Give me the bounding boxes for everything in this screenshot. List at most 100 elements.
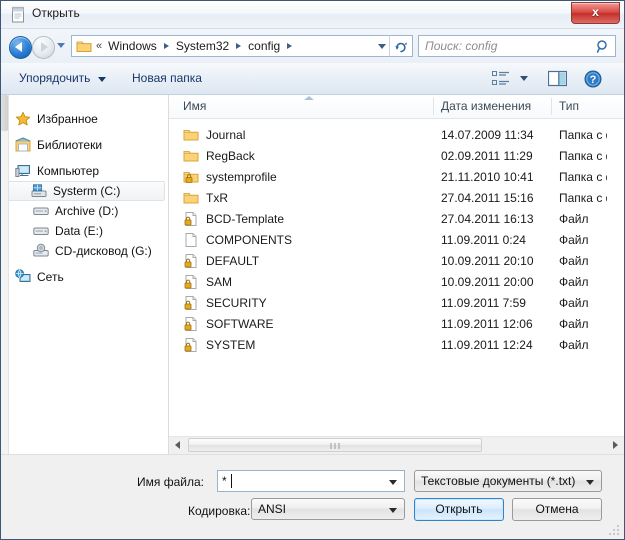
breadcrumb-item-config[interactable]: config xyxy=(246,38,282,54)
chevron-down-icon[interactable] xyxy=(520,76,528,81)
table-row[interactable]: BCD-Template 27.04.2011 16:13 Файл xyxy=(169,208,624,229)
breadcrumb-item-windows[interactable]: Windows xyxy=(106,38,159,54)
column-header-type[interactable]: Тип xyxy=(559,99,579,113)
sidebar-item-data-e[interactable]: Data (E:) xyxy=(11,221,163,241)
forward-arrow-icon[interactable] xyxy=(32,36,55,59)
breadcrumb-item-system32[interactable]: System32 xyxy=(174,38,231,54)
chevron-down-icon[interactable] xyxy=(389,480,397,485)
table-row[interactable]: DEFAULT 10.09.2011 20:10 Файл xyxy=(169,250,624,271)
file-date-cell: 11.09.2011 12:24 xyxy=(441,337,533,352)
refresh-icon[interactable] xyxy=(389,35,413,57)
chevron-down-icon[interactable] xyxy=(586,480,594,485)
table-row[interactable]: Journal 14.07.2009 11:34 Папка с ф xyxy=(169,124,624,145)
file-name-cell: SOFTWARE xyxy=(183,316,274,332)
close-icon: x xyxy=(592,5,599,19)
sidebar-scrollbar-thumb[interactable] xyxy=(1,95,8,131)
view-list-icon[interactable] xyxy=(492,71,510,91)
file-name-label: SAM xyxy=(206,274,233,289)
scroll-right-icon[interactable] xyxy=(607,437,623,453)
sidebar-item-библиотеки[interactable]: Библиотеки xyxy=(11,135,163,155)
new-folder-button[interactable]: Новая папка xyxy=(128,70,206,86)
file-rows: Journal 14.07.2009 11:34 Папка с ф RegBack 0… xyxy=(169,119,624,436)
close-button[interactable]: x xyxy=(571,2,620,24)
sidebar-item-избранное[interactable]: Избранное xyxy=(11,109,163,129)
file-name-cell: DEFAULT xyxy=(183,253,259,269)
breadcrumb-overflow[interactable]: « xyxy=(96,40,102,52)
cancel-button[interactable]: Отмена xyxy=(512,498,602,521)
sidebar-scrollbar[interactable] xyxy=(1,95,9,454)
file-name-label: DEFAULT xyxy=(206,253,260,268)
sidebar-list: Избранное Библиотеки Компьютер Systerm (C:)… xyxy=(1,109,168,287)
table-row[interactable]: SYSTEM 11.09.2011 12:24 Файл xyxy=(169,334,624,355)
file-date-cell: 11.09.2011 7:59 xyxy=(441,295,526,310)
scroll-left-icon[interactable] xyxy=(170,437,186,453)
breadcrumb-separator-icon[interactable] xyxy=(163,43,169,49)
sidebar-item-компьютер[interactable]: Компьютер xyxy=(11,161,163,181)
table-row[interactable]: systemprofile 21.11.2010 10:41 Папка с ф xyxy=(169,166,624,187)
recent-pages-caret-icon[interactable] xyxy=(57,43,65,48)
file-name-label: Journal xyxy=(206,127,246,142)
encoding-select[interactable]: ANSI xyxy=(251,498,405,520)
search-icon xyxy=(596,39,610,59)
drive-icon xyxy=(33,223,49,239)
breadcrumb-separator-icon[interactable] xyxy=(287,43,293,49)
search-input[interactable]: Поиск: config xyxy=(418,35,616,57)
dialog-footer xyxy=(1,454,624,539)
address-dropdown-icon[interactable] xyxy=(378,44,386,49)
horizontal-scrollbar-thumb[interactable] xyxy=(188,438,482,452)
file-name-cell: TxR xyxy=(183,190,228,206)
preview-pane-icon[interactable] xyxy=(547,70,568,92)
column-divider[interactable] xyxy=(433,98,434,115)
file-type-cell: Файл xyxy=(559,211,589,226)
sidebar-item-label: Библиотеки xyxy=(37,138,103,152)
help-icon[interactable]: ? xyxy=(584,70,602,93)
breadcrumb[interactable]: « Windows System32 config xyxy=(71,35,389,57)
column-header-name[interactable]: Имя xyxy=(183,99,206,113)
table-row[interactable]: TxR 27.04.2011 15:16 Папка с ф xyxy=(169,187,624,208)
table-row[interactable]: SOFTWARE 11.09.2011 12:06 Файл xyxy=(169,313,624,334)
sidebar-item-cd-дисковод-g[interactable]: CD-дисковод (G:) xyxy=(11,241,163,261)
file-date-cell: 11.09.2011 12:06 xyxy=(441,316,533,331)
table-row[interactable]: SAM 10.09.2011 20:00 Файл xyxy=(169,271,624,292)
sidebar-item-label: Избранное xyxy=(37,112,98,126)
search-placeholder: Поиск: config xyxy=(425,39,498,53)
file-name-cell: SAM xyxy=(183,274,232,290)
filetype-select[interactable]: Текстовые документы (*.txt) xyxy=(414,470,602,492)
drive-icon xyxy=(33,203,49,219)
chevron-down-icon[interactable] xyxy=(389,508,397,513)
open-file-dialog: Открыть x « Windows System32 config Поис… xyxy=(0,0,625,540)
sidebar-item-systerm-c[interactable]: Systerm (C:) xyxy=(8,181,165,201)
file-name-label: SYSTEM xyxy=(206,337,256,352)
cd-drive-icon xyxy=(33,243,49,259)
file-name-label: TxR xyxy=(206,190,228,205)
resize-grip-icon[interactable] xyxy=(609,525,621,537)
table-row[interactable]: COMPONENTS 11.09.2011 0:24 Файл xyxy=(169,229,624,250)
file-date-cell: 10.09.2011 20:10 xyxy=(441,253,534,268)
sidebar-item-label: Data (E:) xyxy=(55,224,104,238)
table-row[interactable]: SECURITY 11.09.2011 7:59 Файл xyxy=(169,292,624,313)
organize-button[interactable]: Упорядочить xyxy=(15,70,94,86)
sidebar-item-сеть[interactable]: Сеть xyxy=(11,267,163,287)
encoding-label: Кодировка: xyxy=(188,504,251,518)
column-headers: Имя Дата изменения Тип xyxy=(169,95,624,119)
open-button[interactable]: Открыть xyxy=(414,498,504,521)
file-type-cell: Файл xyxy=(559,232,589,247)
chevron-down-icon[interactable] xyxy=(98,77,106,82)
table-row[interactable]: RegBack 02.09.2011 11:29 Папка с ф xyxy=(169,145,624,166)
folder-locked-icon xyxy=(183,169,199,185)
column-header-date[interactable]: Дата изменения xyxy=(441,99,531,113)
file-type-cell: Файл xyxy=(559,337,589,352)
filename-input[interactable]: * xyxy=(217,470,405,492)
sidebar-item-archive-d[interactable]: Archive (D:) xyxy=(11,201,163,221)
file-name-cell: RegBack xyxy=(183,148,255,164)
sidebar-item-label: Сеть xyxy=(37,270,64,284)
column-divider[interactable] xyxy=(551,98,552,115)
file-name-cell: Journal xyxy=(183,127,245,143)
breadcrumb-separator-icon[interactable] xyxy=(236,43,242,49)
file-date-cell: 21.11.2010 10:41 xyxy=(441,169,534,184)
horizontal-scrollbar[interactable] xyxy=(169,436,624,454)
file-locked-icon xyxy=(183,295,199,311)
file-list-pane: Имя Дата изменения Тип Journal 14.07.2009… xyxy=(169,95,624,454)
file-type-cell: Папка с ф xyxy=(559,190,607,205)
back-arrow-icon[interactable] xyxy=(9,36,32,59)
